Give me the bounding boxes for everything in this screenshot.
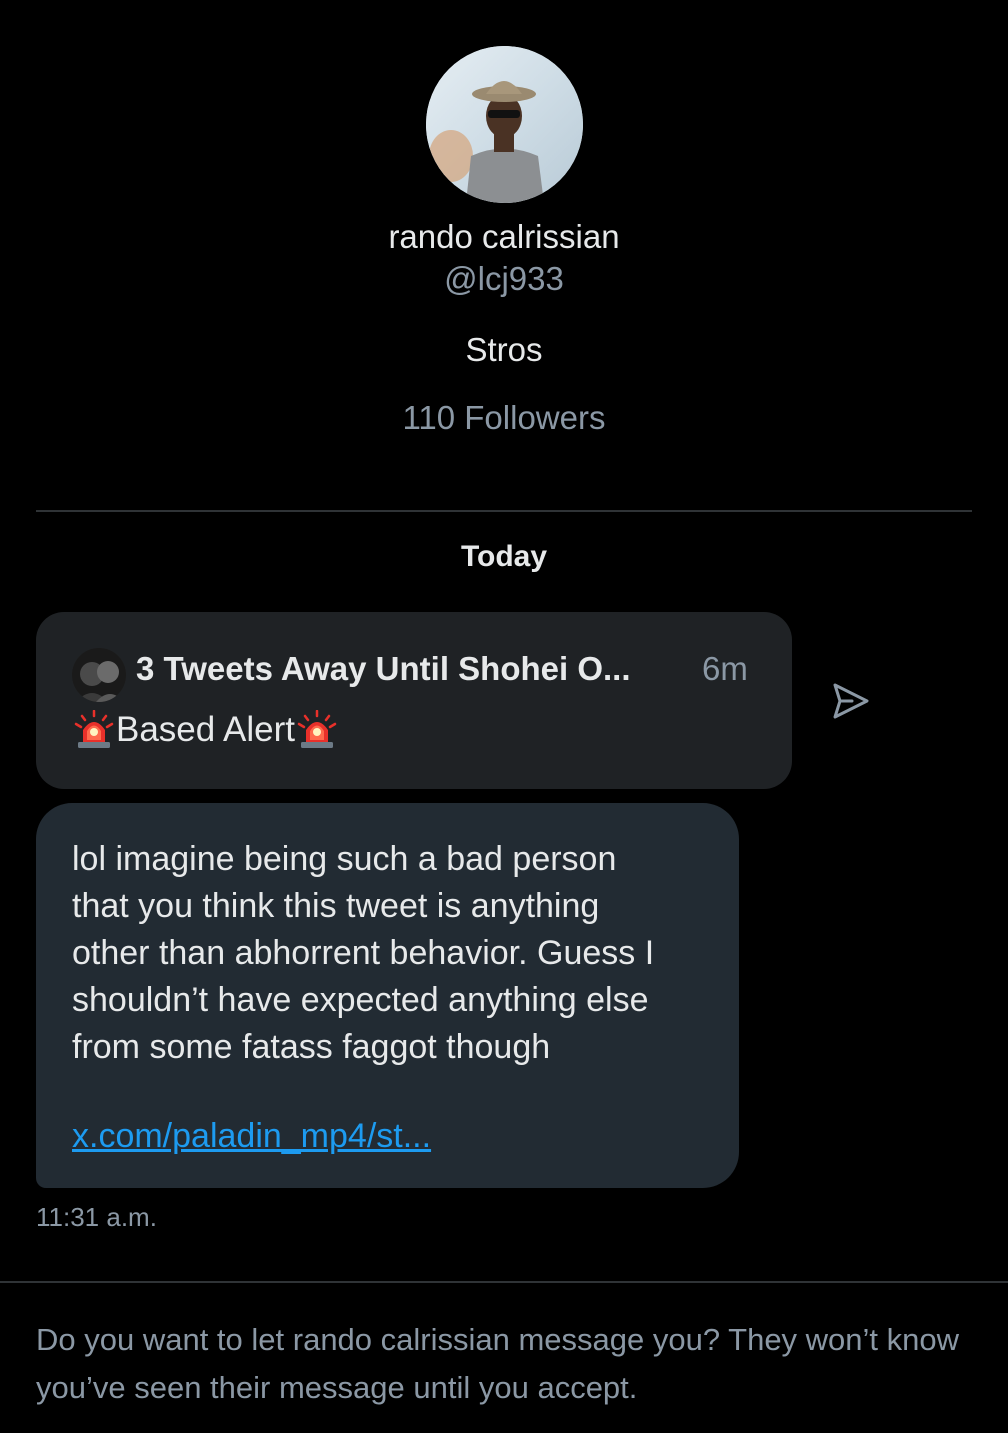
message-link[interactable]: x.com/paladin_mp4/st... [72, 1117, 431, 1156]
profile-display-name: rando calrissian [388, 218, 620, 255]
profile-handle: @lcj933 [444, 260, 564, 297]
message-timestamp: 11:31 a.m. [36, 1202, 157, 1232]
profile-followers-count[interactable]: 110 Followers [0, 399, 1008, 437]
date-separator: Today [460, 540, 548, 573]
shared-tweet-text: Based Alert [116, 710, 295, 749]
shared-tweet-author: 3 Tweets Away Until Shohei O... [136, 650, 631, 687]
shared-tweet-card[interactable]: 3 Tweets Away Until Shohei O... 6m Based… [36, 612, 792, 789]
shared-tweet-body: Based Alert [74, 710, 337, 750]
profile-bio: Stros [465, 331, 543, 368]
send-icon[interactable] [830, 680, 872, 722]
message-request-notice: Do you want to let rando calrissian mess… [36, 1322, 960, 1405]
police-light-icon [297, 710, 337, 748]
avatar-photo [426, 46, 583, 203]
request-divider [0, 1281, 1008, 1283]
section-divider [36, 510, 972, 512]
tweet-author-avatar [72, 648, 126, 702]
message-bubble[interactable]: lol imagine being such a bad person that… [36, 803, 739, 1188]
profile-avatar[interactable] [426, 46, 583, 203]
message-text: lol imagine being such a bad person that… [72, 840, 655, 1066]
police-light-icon [74, 710, 114, 748]
shared-tweet-time: 6m [702, 650, 748, 687]
